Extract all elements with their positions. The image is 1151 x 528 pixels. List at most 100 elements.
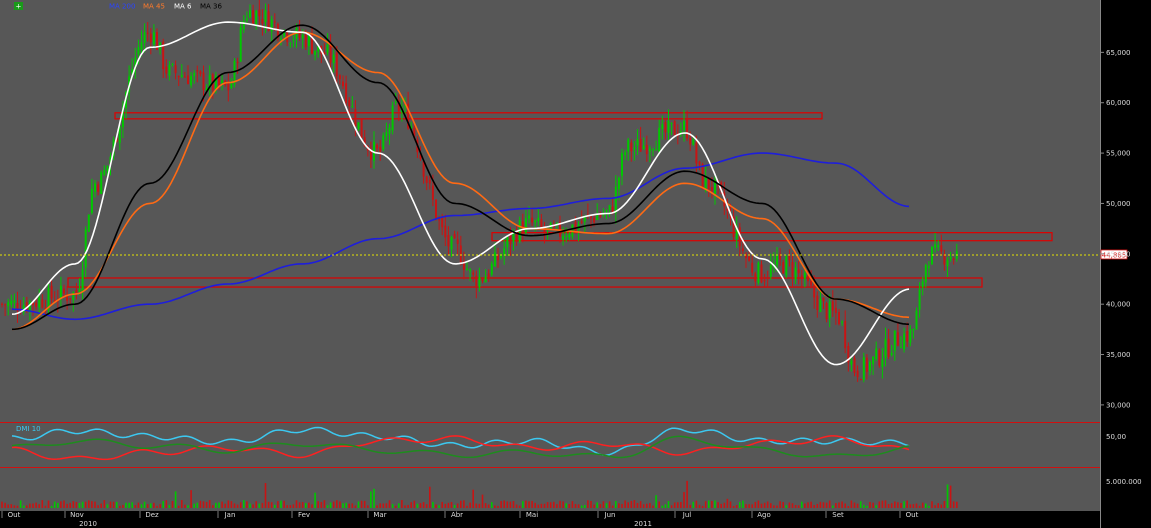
volume-bar	[515, 504, 518, 508]
candle-body	[890, 352, 893, 356]
volume-bar	[770, 503, 772, 508]
volume-bar	[382, 503, 385, 508]
candle-body	[146, 32, 149, 34]
volume-bar	[593, 504, 595, 508]
candle-body	[822, 297, 825, 302]
year-label: 2010	[79, 520, 97, 528]
volume-bar	[41, 500, 44, 508]
volume-bar	[810, 501, 812, 508]
price-tick-label: 45,000	[1106, 250, 1131, 258]
candle-body	[388, 127, 391, 134]
candle-body	[270, 19, 273, 32]
volume-bar	[773, 505, 775, 508]
volume-bar	[549, 502, 552, 508]
candle-body	[906, 331, 909, 342]
candle-body	[289, 43, 292, 45]
candle-body	[391, 105, 394, 131]
volume-bar	[943, 501, 946, 508]
volume-bar	[695, 500, 698, 508]
price-tick-label: 55,000	[1106, 150, 1131, 158]
volume-bar	[156, 505, 158, 508]
volume-bar	[289, 505, 292, 508]
candle-body	[741, 248, 744, 252]
volume-bar	[100, 503, 102, 508]
volume-bar	[946, 484, 949, 508]
volume-bar	[230, 501, 233, 508]
price-tick-label: 50,000	[1106, 200, 1131, 208]
candle-body	[475, 275, 478, 288]
candle-body	[4, 304, 7, 306]
volume-bar	[388, 500, 391, 508]
volume-bar	[32, 503, 34, 508]
month-label: Out	[906, 511, 919, 519]
volume-bar	[323, 500, 326, 508]
candle-body	[794, 267, 797, 280]
volume-bar	[134, 505, 137, 508]
candle-body	[816, 295, 819, 310]
legend-ma36[interactable]: MA 36	[200, 3, 223, 11]
volume-bar	[419, 503, 422, 508]
volume-bar	[264, 483, 267, 508]
candle-body	[264, 10, 267, 23]
volume-bar	[122, 504, 124, 508]
legend-ma200[interactable]: MA 200	[109, 3, 135, 11]
volume-bar	[664, 504, 667, 508]
candle-body	[338, 75, 341, 80]
volume-bar	[587, 500, 589, 508]
candle-body	[896, 332, 899, 346]
volume-bar	[677, 502, 679, 508]
volume-bar	[391, 503, 394, 508]
volume-bar	[88, 500, 90, 508]
legend-ma45[interactable]: MA 45	[143, 3, 165, 11]
volume-bar	[794, 505, 797, 508]
volume-bar	[711, 501, 713, 508]
candle-body	[769, 265, 772, 277]
volume-bar	[370, 491, 372, 508]
volume-bar	[636, 502, 639, 508]
volume-bar	[804, 503, 806, 508]
volume-bar	[345, 502, 347, 508]
volume-bar	[26, 505, 28, 508]
volume-bar	[57, 502, 59, 508]
candle-body	[38, 297, 41, 308]
volume-bar	[339, 501, 341, 508]
candle-body	[441, 218, 444, 228]
candle-body	[658, 127, 661, 152]
candle-body	[273, 21, 276, 23]
candle-body	[382, 135, 385, 150]
volume-bar	[528, 501, 530, 508]
volume-bar	[202, 501, 205, 508]
candle-body	[168, 65, 171, 76]
volume-bar	[221, 501, 223, 508]
volume-bar	[441, 501, 443, 508]
volume-bar	[639, 501, 642, 508]
month-label: Nov	[70, 511, 84, 519]
candle-body	[661, 124, 664, 129]
volume-bar	[841, 501, 843, 508]
volume-bar	[534, 502, 536, 508]
candle-body	[245, 18, 248, 21]
volume-bar	[311, 504, 313, 508]
legend-dmi[interactable]: DMI 10	[16, 425, 41, 433]
volume-axis-ticks: 5.000.000	[1106, 478, 1142, 486]
volume-bar	[410, 502, 412, 508]
volume-bar	[822, 502, 825, 508]
volume-bar	[13, 505, 16, 508]
volume-bar	[137, 502, 140, 508]
volume-bar	[745, 504, 747, 508]
candle-body	[50, 285, 53, 299]
volume-bar	[956, 501, 958, 508]
volume-bar	[336, 500, 338, 508]
month-label: Abr	[451, 511, 463, 519]
volume-bar	[580, 505, 583, 508]
volume-bar	[540, 503, 543, 508]
candle-body	[865, 357, 868, 372]
candle-body	[788, 255, 791, 261]
candle-body	[766, 277, 769, 279]
volume-bar	[320, 502, 323, 508]
volume-bar	[314, 492, 316, 508]
legend-ma6[interactable]: MA 6	[174, 3, 192, 11]
volume-bar	[698, 504, 701, 508]
volume-bar	[801, 501, 803, 508]
volume-bar	[44, 505, 47, 508]
